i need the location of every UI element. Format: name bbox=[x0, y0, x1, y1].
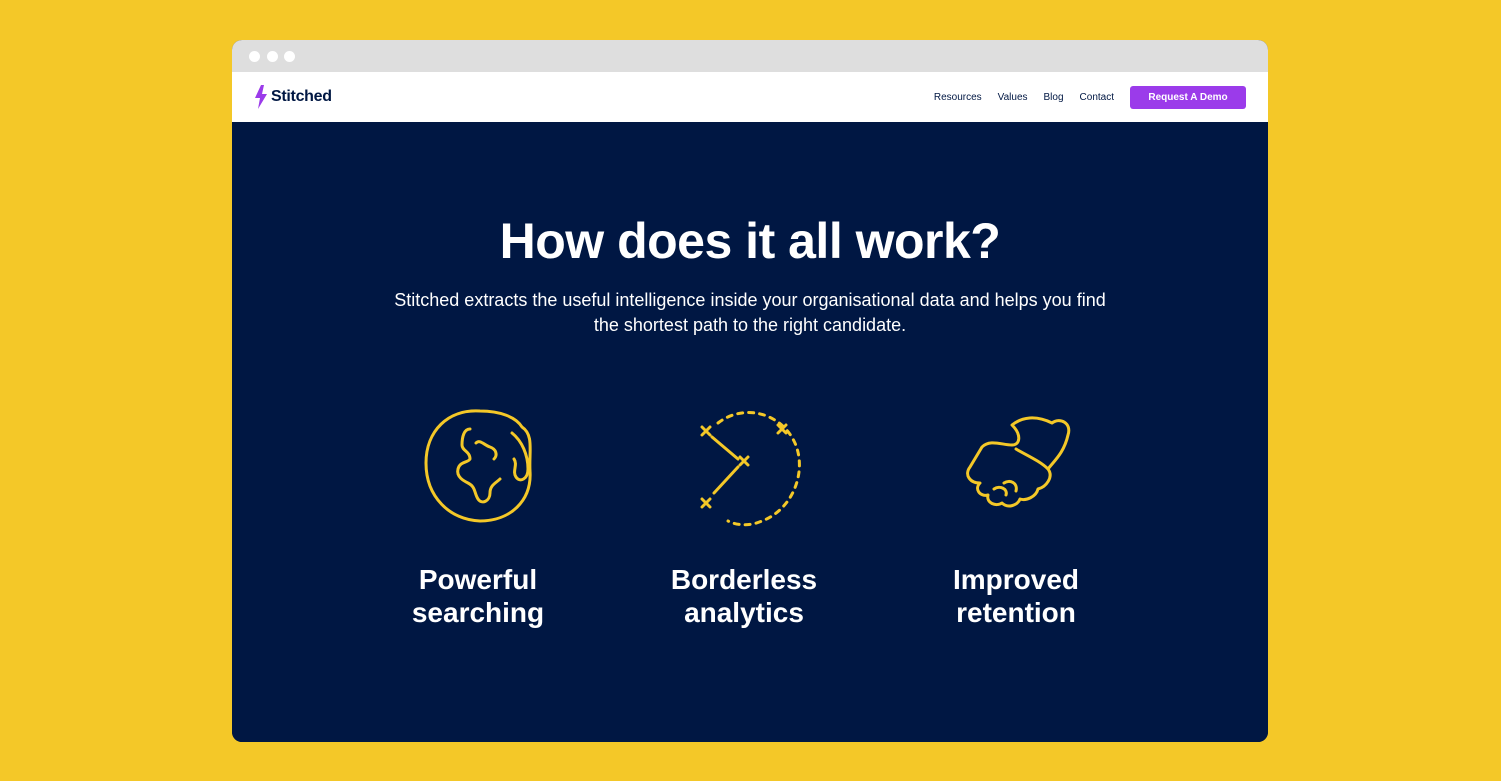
browser-titlebar bbox=[232, 40, 1268, 72]
hero-subtitle: Stitched extracts the useful intelligenc… bbox=[394, 290, 1106, 335]
nav-link-values[interactable]: Values bbox=[998, 92, 1028, 103]
feature-card: Borderless analytics bbox=[624, 405, 864, 629]
globe-icon bbox=[358, 405, 598, 530]
feature-card: Improved retention bbox=[896, 405, 1136, 629]
feature-title-line: Improved bbox=[952, 564, 1080, 595]
feature-title-line: Powerful bbox=[418, 564, 538, 595]
feature-label: Powerful searching bbox=[358, 563, 598, 629]
lightning-bolt-icon bbox=[254, 85, 268, 109]
feature-label: Borderless analytics bbox=[624, 563, 864, 629]
primary-nav: Resources Values Blog Contact Request A … bbox=[934, 85, 1246, 109]
logo-text: Stitched bbox=[271, 88, 332, 105]
window-minimize-dot[interactable] bbox=[267, 51, 278, 62]
hero-title: How does it all work? bbox=[499, 213, 1001, 269]
window-maximize-dot[interactable] bbox=[284, 51, 295, 62]
window-close-dot[interactable] bbox=[249, 51, 260, 62]
site-header: Stitched Resources Values Blog Contact R… bbox=[232, 72, 1268, 122]
feature-title-line: retention bbox=[956, 597, 1076, 628]
feature-card: Powerful searching bbox=[358, 405, 598, 629]
nav-link-contact[interactable]: Contact bbox=[1080, 92, 1114, 103]
browser-window: Stitched Resources Values Blog Contact R… bbox=[232, 40, 1268, 742]
strategy-path-icon bbox=[624, 405, 864, 530]
handshake-icon bbox=[896, 405, 1136, 530]
hero-section: How does it all work? Stitched extracts … bbox=[232, 122, 1268, 742]
request-demo-button[interactable]: Request A Demo bbox=[1130, 85, 1246, 109]
nav-link-resources[interactable]: Resources bbox=[934, 92, 982, 103]
feature-title-line: analytics bbox=[684, 597, 804, 628]
feature-label: Improved retention bbox=[896, 563, 1136, 629]
nav-link-blog[interactable]: Blog bbox=[1044, 92, 1064, 103]
site-logo[interactable]: Stitched bbox=[254, 85, 332, 109]
feature-title-line: Borderless bbox=[670, 564, 818, 595]
feature-title-line: searching bbox=[411, 597, 545, 628]
